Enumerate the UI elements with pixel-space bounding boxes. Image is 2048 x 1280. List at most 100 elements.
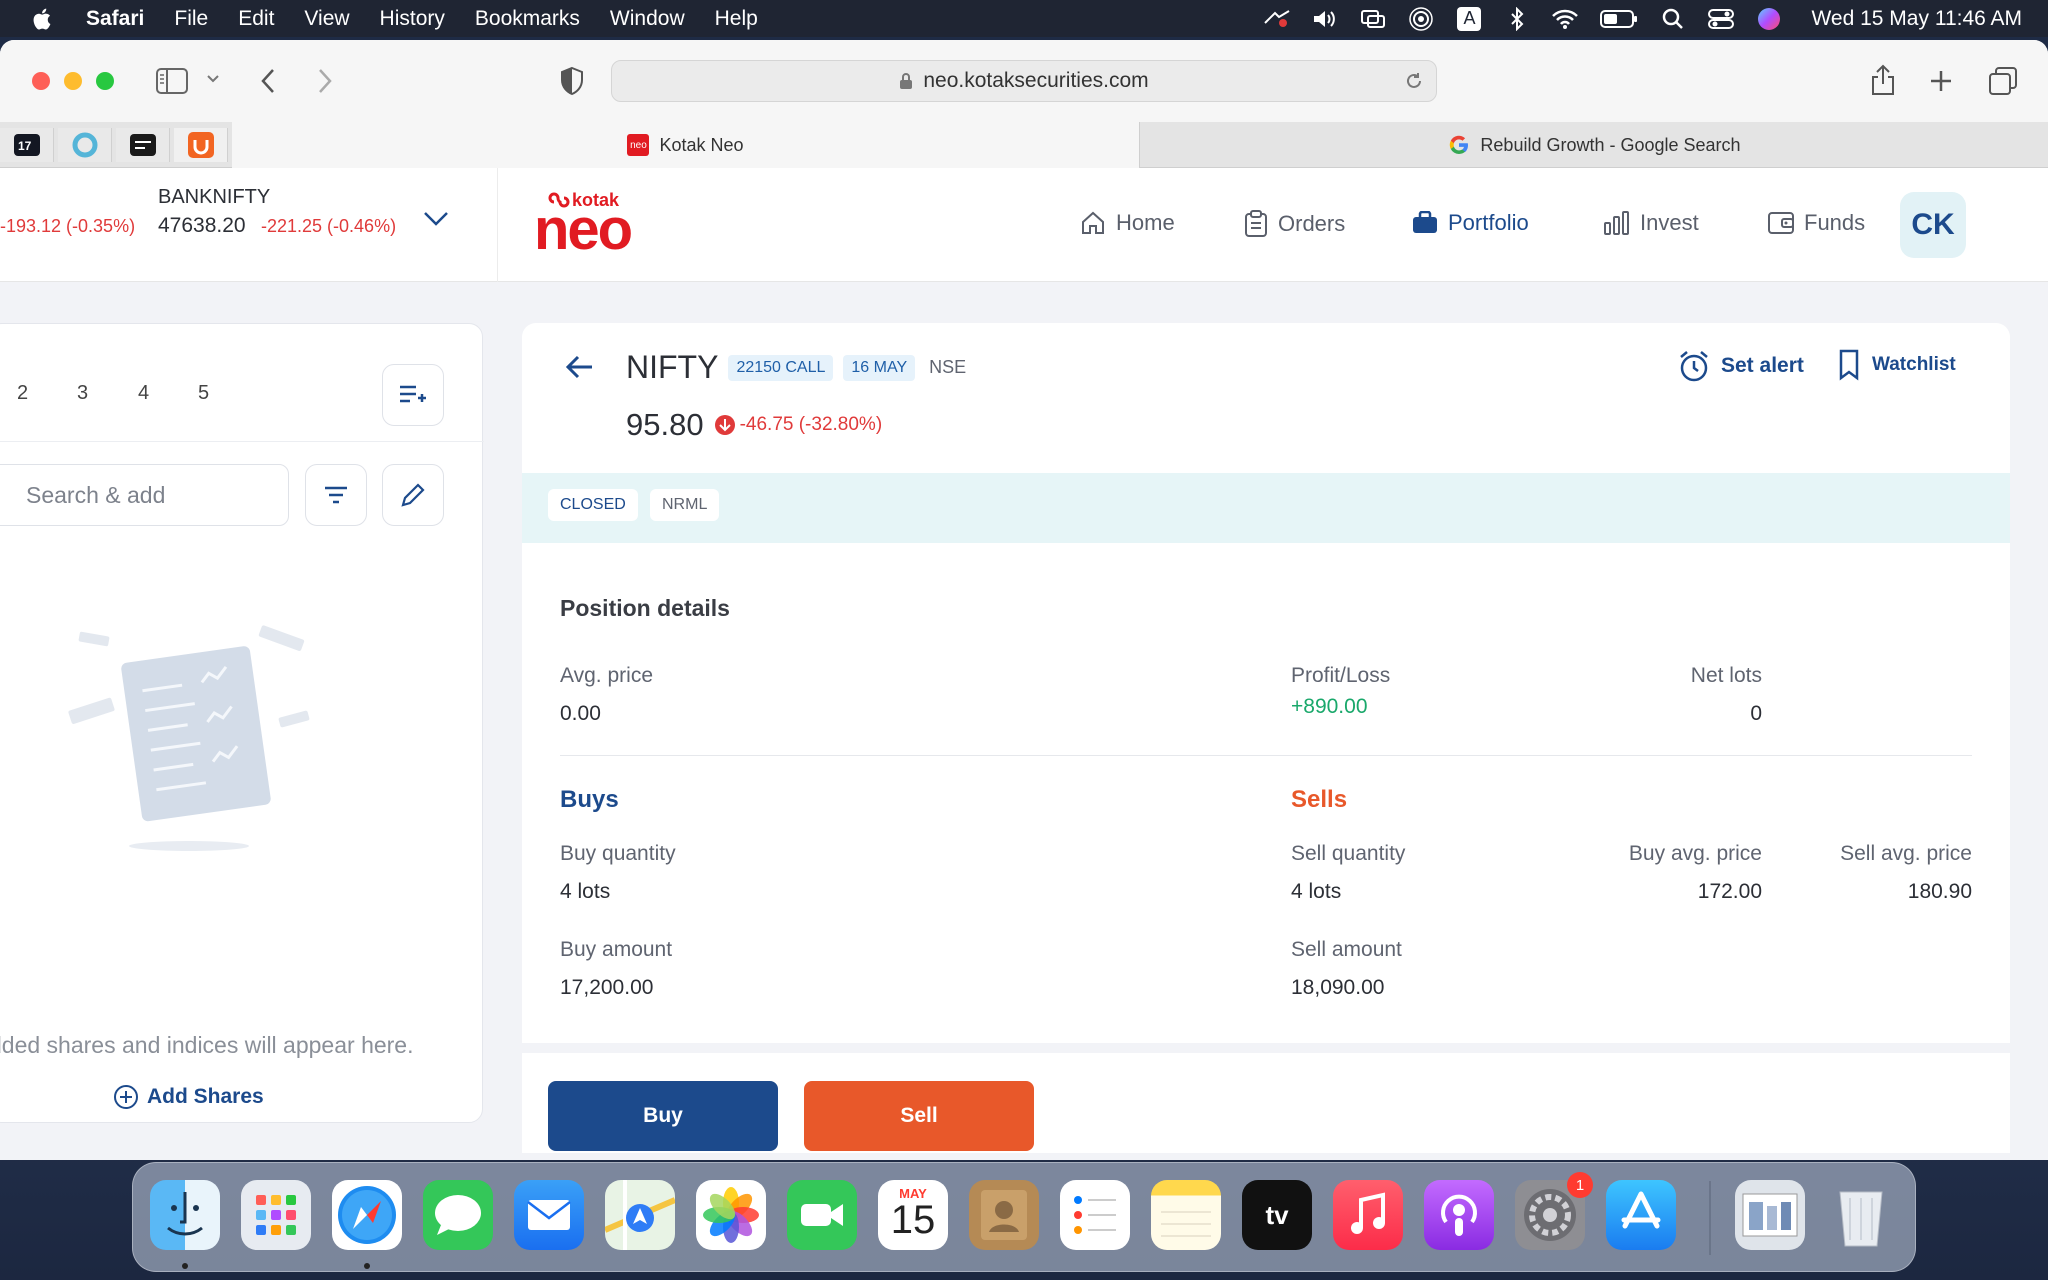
- orange-app-icon: [187, 132, 214, 158]
- favorite-ring[interactable]: [58, 128, 112, 162]
- apple-tv-icon[interactable]: tv: [1242, 1180, 1312, 1250]
- finder-icon[interactable]: [150, 1180, 220, 1250]
- menu-window[interactable]: Window: [610, 7, 685, 31]
- menu-edit[interactable]: Edit: [238, 7, 274, 31]
- new-tab-icon[interactable]: [1928, 68, 1954, 94]
- address-bar[interactable]: neo.kotaksecurities.com: [611, 60, 1437, 102]
- siri-icon[interactable]: [1755, 7, 1783, 31]
- watchlist-tab-2[interactable]: 2: [17, 382, 28, 405]
- buy-amount-value: 17,200.00: [560, 976, 654, 999]
- apple-icon[interactable]: [30, 6, 56, 32]
- sell-amount-value: 18,090.00: [1291, 976, 1385, 999]
- user-avatar[interactable]: CK: [1900, 192, 1966, 258]
- nav-home-label: Home: [1116, 210, 1175, 235]
- tab-google-search[interactable]: Rebuild Growth - Google Search: [1141, 122, 2048, 168]
- contacts-icon[interactable]: [969, 1180, 1039, 1250]
- spotlight-search-icon[interactable]: [1659, 7, 1687, 31]
- menu-help[interactable]: Help: [715, 7, 758, 31]
- buy-button[interactable]: Buy: [548, 1081, 778, 1151]
- privacy-shield-icon[interactable]: [560, 66, 584, 96]
- bluetooth-icon[interactable]: [1503, 6, 1531, 31]
- tab-kotak-neo[interactable]: neo Kotak Neo: [232, 122, 1140, 168]
- battery-icon[interactable]: [1599, 7, 1639, 31]
- menu-history[interactable]: History: [380, 7, 445, 31]
- vpn-status-icon[interactable]: [1263, 7, 1291, 31]
- facetime-icon[interactable]: [787, 1180, 857, 1250]
- zoom-window-button[interactable]: [96, 72, 114, 90]
- minimize-window-button[interactable]: [64, 72, 82, 90]
- volume-icon[interactable]: [1311, 7, 1339, 31]
- system-settings-icon[interactable]: 1: [1515, 1172, 1593, 1250]
- nav-invest[interactable]: Invest: [1604, 210, 1699, 236]
- menu-app-name[interactable]: Safari: [86, 7, 144, 31]
- favorite-terminal[interactable]: [116, 128, 170, 162]
- briefcase-icon: [1413, 211, 1437, 233]
- close-window-button[interactable]: [32, 72, 50, 90]
- menu-view[interactable]: View: [304, 7, 349, 31]
- nav-orders[interactable]: Orders: [1244, 210, 1345, 238]
- favorite-app[interactable]: [174, 128, 228, 162]
- add-watchlist-button[interactable]: [382, 364, 444, 426]
- screen-mirroring-icon[interactable]: [1359, 7, 1387, 31]
- index-ticker[interactable]: -193.12 (-0.35%) BANKNIFTY 47638.20 -221…: [0, 168, 498, 282]
- filter-button[interactable]: [305, 464, 367, 526]
- reminders-icon[interactable]: [1060, 1180, 1130, 1250]
- back-button[interactable]: [564, 353, 596, 381]
- mail-icon[interactable]: [514, 1180, 584, 1250]
- maps-icon[interactable]: [605, 1180, 675, 1250]
- wifi-icon[interactable]: [1551, 7, 1579, 31]
- profit-loss-label: Profit/Loss: [1291, 664, 1391, 687]
- apple-tv-label: tv: [1265, 1199, 1289, 1230]
- watchlist-tab-3[interactable]: 3: [77, 382, 88, 405]
- photos-icon[interactable]: [696, 1180, 766, 1250]
- keyboard-input-icon[interactable]: A: [1455, 6, 1483, 31]
- trash-icon[interactable]: [1826, 1180, 1896, 1250]
- music-icon[interactable]: [1333, 1180, 1403, 1250]
- tradingview-icon: 17: [13, 134, 40, 156]
- nav-home[interactable]: Home: [1080, 210, 1175, 236]
- watchlist-tab-5[interactable]: 5: [198, 382, 209, 405]
- profit-loss-value: +890.00: [1291, 695, 1368, 718]
- control-center-icon[interactable]: [1707, 7, 1735, 31]
- chevron-down-icon[interactable]: [206, 74, 220, 84]
- svg-text:17: 17: [18, 139, 32, 153]
- plus-circle-icon: [114, 1085, 138, 1109]
- airdrop-icon[interactable]: [1407, 6, 1435, 31]
- filter-icon: [325, 486, 347, 504]
- reload-icon[interactable]: [1404, 71, 1424, 91]
- search-input[interactable]: Search & add: [0, 464, 289, 526]
- sidebar-toggle-icon[interactable]: [156, 68, 188, 94]
- kotak-neo-logo[interactable]: kotak neo: [534, 190, 644, 262]
- buy-avg-price-value: 172.00: [1697, 880, 1762, 903]
- notification-badge: 1: [1567, 1172, 1593, 1198]
- add-shares-link[interactable]: Add Shares: [113, 1084, 264, 1110]
- messages-icon[interactable]: [423, 1180, 493, 1250]
- divider: [560, 755, 1972, 756]
- app-store-icon[interactable]: [1606, 1180, 1676, 1250]
- edit-watchlist-button[interactable]: [382, 464, 444, 526]
- arrow-left-icon: [565, 355, 592, 379]
- nav-funds[interactable]: Funds: [1768, 210, 1865, 236]
- notes-icon[interactable]: [1151, 1180, 1221, 1250]
- watchlist-tab-4[interactable]: 4: [138, 382, 149, 405]
- favorite-tradingview[interactable]: 17: [0, 128, 54, 162]
- forward-arrow-icon[interactable]: [315, 66, 335, 96]
- calendar-icon[interactable]: MAY 15: [878, 1180, 948, 1250]
- menubar-clock[interactable]: Wed 15 May 11:46 AM: [1811, 7, 2022, 31]
- back-arrow-icon[interactable]: [258, 66, 278, 96]
- podcasts-icon[interactable]: [1424, 1180, 1494, 1250]
- downloads-stack-icon[interactable]: [1735, 1180, 1805, 1250]
- launchpad-icon[interactable]: [241, 1180, 311, 1250]
- sell-avg-price-label: Sell avg. price: [1840, 842, 1972, 865]
- nav-portfolio[interactable]: Portfolio: [1412, 210, 1529, 236]
- net-lots-value: 0: [1750, 702, 1762, 725]
- sell-button[interactable]: Sell: [804, 1081, 1034, 1151]
- set-alert-button[interactable]: Set alert: [1677, 349, 1804, 383]
- tab-overview-icon[interactable]: [1988, 66, 2018, 96]
- menu-bookmarks[interactable]: Bookmarks: [475, 7, 580, 31]
- share-icon[interactable]: [1870, 64, 1896, 96]
- safari-icon[interactable]: [332, 1180, 402, 1250]
- menu-file[interactable]: File: [174, 7, 208, 31]
- watchlist-button[interactable]: Watchlist: [1838, 349, 1956, 381]
- ticker-dropdown-chevron-icon[interactable]: [422, 210, 450, 228]
